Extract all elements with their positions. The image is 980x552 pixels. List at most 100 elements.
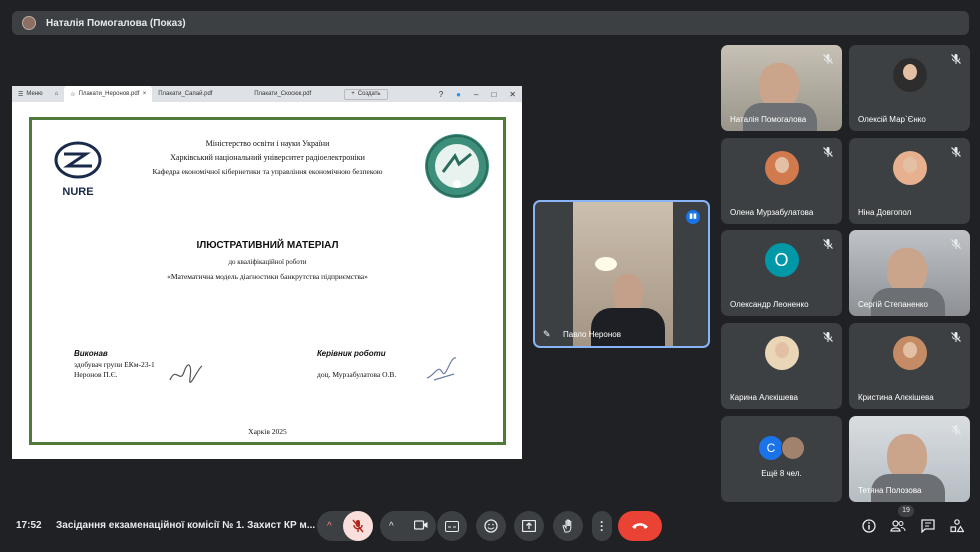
speaker-tile: ▮▮ ✎ Павло Неронов [533,200,710,348]
avatar: О [764,243,799,278]
avatar [764,336,799,371]
captions-icon [445,520,459,532]
tab[interactable]: Плакати_Скосюк.pdf [248,86,344,102]
end-call-icon [632,523,648,529]
activities-icon [950,519,964,533]
speaker-body [591,308,665,346]
pin-icon[interactable]: ✎ [543,329,551,340]
tab[interactable]: Плакати_Сапай.pdf [152,86,248,102]
participant-name: Олексій Мар`Єнко [858,115,926,124]
present-icon [522,520,536,532]
ceiling-light [595,257,617,271]
mic-off-icon [823,239,833,249]
menu-label: Меню [26,91,43,97]
emoji-icon [484,519,498,533]
poster-topic: «Математична модель діагностики банкрутс… [167,272,368,281]
present-button[interactable] [514,511,544,541]
speaker-name: Павло Неронов [563,330,621,339]
tab-label: Плакати_Неронов.pdf [78,91,140,97]
avatar [892,336,927,371]
mic-off-icon [951,147,961,157]
department-seal [425,134,489,198]
avatar [892,58,927,93]
menu-icon: ☰ [18,91,24,98]
raise-hand-button[interactable] [553,511,583,541]
people-button[interactable] [887,515,909,537]
pdf-page-area: NURE Міністерство освіти і науки України… [12,102,522,459]
poster-subheading: до кваліфікаційної роботи [228,258,307,266]
tab-active[interactable]: ☆ Плакати_Неронов.pdf × [64,86,153,102]
speaker-head [613,274,643,312]
mic-off-icon [823,332,833,342]
close-window-icon[interactable]: ✕ [509,90,516,99]
clock: 17:52 [16,520,42,531]
group-avatars: С [759,436,809,460]
home-button[interactable]: ⌂ [49,86,65,102]
participant-tile[interactable]: Сергій Степаненко [849,230,970,316]
avatar-letter: О [774,249,789,270]
avatar [892,151,927,186]
star-icon: ☆ [70,91,76,98]
end-call-button[interactable] [618,511,662,541]
mic-off-icon [352,519,364,533]
activities-button[interactable] [946,515,968,537]
mic-off-icon [951,239,961,249]
tab-label: Плакати_Скосюк.pdf [254,91,312,97]
camera-icon [413,520,428,530]
presenter-avatar [22,16,36,30]
participant-name: Карина Алєкішева [730,393,798,402]
help-icon[interactable]: ? [439,90,443,99]
mic-off-icon [823,147,833,157]
participant-tile[interactable]: С Ещё 8 чел. [721,416,842,502]
participant-name: Сергій Степаненко [858,300,928,309]
supervisor-signature [426,357,457,381]
people-icon [890,520,906,532]
participant-name: Олена Мурзабулатова [730,208,814,217]
student-group: здобувач групи ЕКм-23-1 [74,360,155,369]
emoji-button[interactable] [476,511,506,541]
participant-name: Кристина Алєкішева [858,393,934,402]
mic-off-icon [951,425,961,435]
participant-tile[interactable]: О Олександр Леоненко [721,230,842,316]
avatar [781,436,805,460]
captions-button[interactable] [437,511,467,541]
camera-button[interactable] [413,517,428,535]
presenter-title: Наталія Помогалова (Показ) [46,17,186,29]
close-icon[interactable]: × [143,91,147,97]
mic-options-chevron-icon[interactable]: ^ [327,521,332,532]
participant-tile[interactable]: Олексій Мар`Єнко [849,45,970,131]
participant-tile[interactable]: Олена Мурзабулатова [721,138,842,224]
mic-off-icon [951,54,961,64]
chat-button[interactable] [917,515,939,537]
new-tab-button[interactable]: + Создать [344,88,388,100]
presenter-bar: Наталія Помогалова (Показ) [12,11,969,35]
more-vert-icon: · · · [600,515,604,537]
camera-options-chevron-icon[interactable]: ^ [389,521,394,532]
more-options-button[interactable]: · · · [592,511,612,541]
meeting-info-button[interactable] [858,515,880,537]
participant-tile[interactable]: Кристина Алєкішева [849,323,970,409]
camera-control-group: ^ [380,511,436,541]
speaker-video [573,202,673,346]
participant-tile[interactable]: Карина Алєкішева [721,323,842,409]
participant-tile[interactable]: Ніна Довгопол [849,138,970,224]
participants-count-badge: 19 [898,505,914,517]
profile-icon[interactable]: ● [456,90,461,99]
participant-name: Ніна Довгопол [858,208,912,217]
maximize-icon[interactable]: □ [491,90,496,99]
new-tab-label: Создать [357,91,381,97]
participant-tile[interactable]: Тетяна Полозова [849,416,970,502]
tab-label: Плакати_Сапай.pdf [158,91,213,97]
supervisor-label: Керівник роботи [317,349,386,358]
city-year: Харків 2025 [248,427,287,436]
info-icon [862,519,876,533]
participant-name: Олександр Леоненко [730,300,809,309]
participant-name: Ещё 8 чел. [761,469,802,478]
participant-tile[interactable]: Наталія Помогалова [721,45,842,131]
menu-button[interactable]: ☰ Меню [12,86,49,102]
performed-label: Виконав [74,349,108,358]
mic-off-button[interactable] [343,511,373,541]
raise-hand-icon [562,519,572,533]
minimize-icon[interactable]: – [474,90,478,99]
pdf-tab-bar: ☰ Меню ⌂ ☆ Плакати_Неронов.pdf × Плакати_Са… [12,86,522,102]
